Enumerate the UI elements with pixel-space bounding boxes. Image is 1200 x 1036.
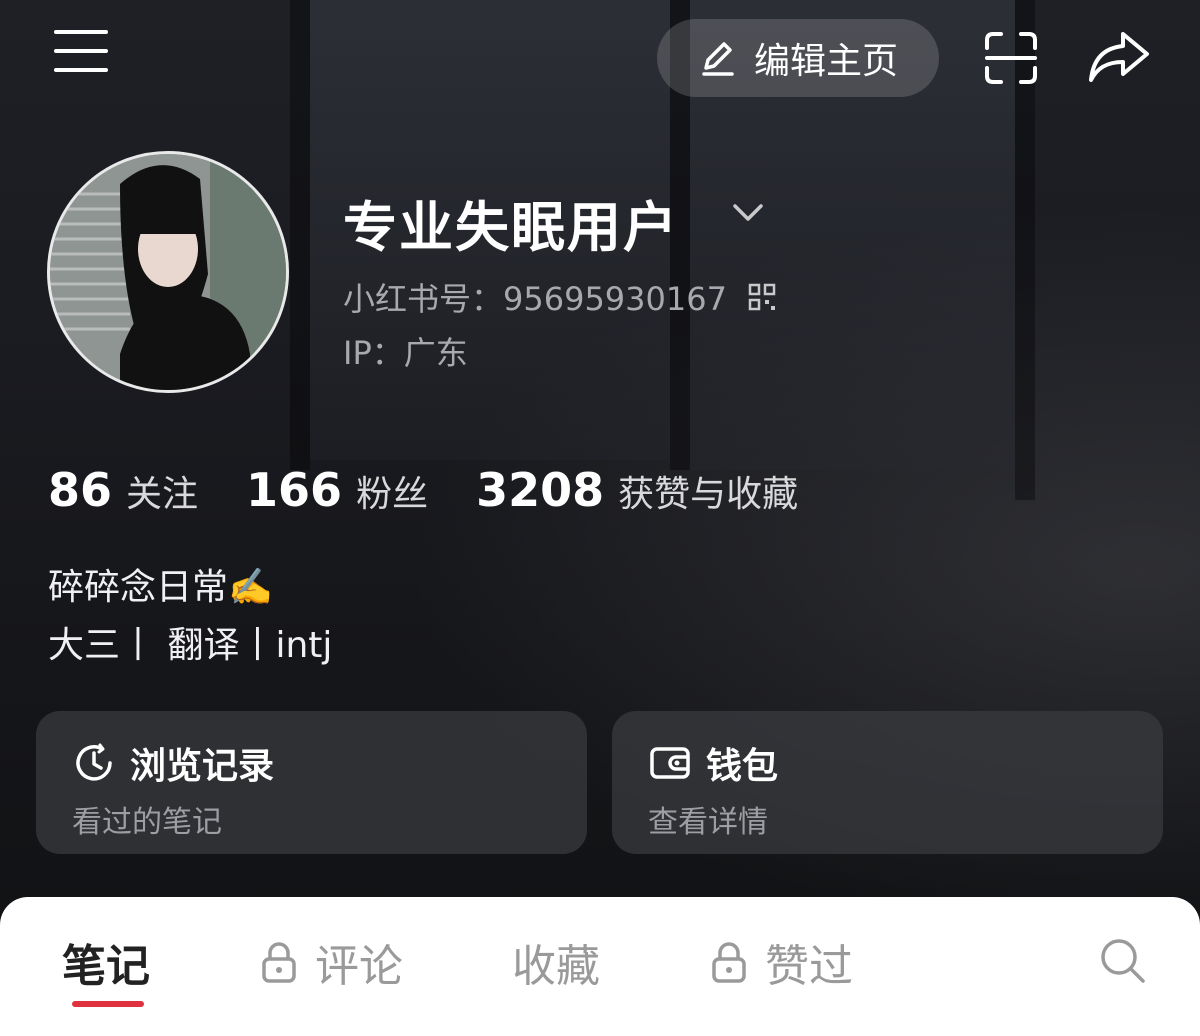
wallet-icon (650, 747, 690, 779)
red-id-row[interactable]: 小红书号：95695930167 (343, 274, 777, 320)
top-bar: 编辑主页 (0, 0, 1200, 110)
tab-comments[interactable]: 评论 (259, 930, 403, 994)
stat-label: 关注 (126, 474, 199, 515)
stat-number: 3208 (476, 463, 605, 517)
tab-notes[interactable]: 笔记 (62, 930, 150, 994)
stat-following[interactable]: 86 关注 (48, 463, 198, 517)
pencil-icon (702, 42, 734, 76)
wallet-title: 钱包 (706, 746, 779, 787)
wallet-card[interactable]: 钱包 查看详情 (612, 711, 1163, 854)
avatar-photo (50, 154, 286, 390)
tab-label: 收藏 (512, 941, 600, 992)
tab-label: 评论 (315, 941, 403, 992)
wallet-subtitle: 查看详情 (648, 805, 768, 840)
username: 专业失眠用户 (343, 196, 679, 259)
history-subtitle: 看过的笔记 (72, 805, 222, 840)
bio-line: 碎碎念日常✍️ (48, 567, 273, 608)
avatar[interactable] (47, 151, 289, 393)
edit-profile-button[interactable]: 编辑主页 (657, 19, 939, 97)
edit-profile-label: 编辑主页 (753, 41, 898, 82)
content-tabs: 笔记 评论 收藏 赞过 (0, 897, 1200, 1036)
search-icon[interactable] (1097, 935, 1147, 985)
lock-icon (712, 942, 746, 983)
tab-label: 笔记 (62, 941, 150, 992)
stat-label: 获赞与收藏 (618, 474, 799, 515)
chevron-down-icon[interactable] (731, 198, 765, 226)
stats-row: 86 关注 166 粉丝 3208 获赞与收藏 (48, 463, 846, 517)
qr-code-icon[interactable] (747, 282, 777, 312)
clock-icon (76, 743, 112, 781)
tab-label: 赞过 (765, 941, 853, 992)
stat-followers[interactable]: 166 粉丝 (246, 463, 428, 517)
stat-number: 86 (48, 463, 113, 517)
history-title: 浏览记录 (130, 746, 275, 787)
menu-icon[interactable] (54, 30, 108, 74)
stat-likes-collects[interactable]: 3208 获赞与收藏 (476, 463, 798, 517)
lock-icon (262, 942, 296, 983)
red-id: 小红书号：95695930167 (343, 280, 727, 318)
active-tab-indicator (72, 1001, 144, 1007)
ip-location: IP：广东 (343, 334, 468, 372)
tab-liked[interactable]: 赞过 (709, 930, 853, 994)
bio-line: 大三丨 翻译丨intj (48, 625, 333, 666)
share-icon[interactable] (1087, 28, 1151, 84)
tab-collections[interactable]: 收藏 (512, 930, 600, 994)
stat-number: 166 (246, 463, 343, 517)
scan-icon[interactable] (983, 30, 1039, 86)
history-card[interactable]: 浏览记录 看过的笔记 (36, 711, 587, 854)
stat-label: 粉丝 (356, 474, 429, 515)
